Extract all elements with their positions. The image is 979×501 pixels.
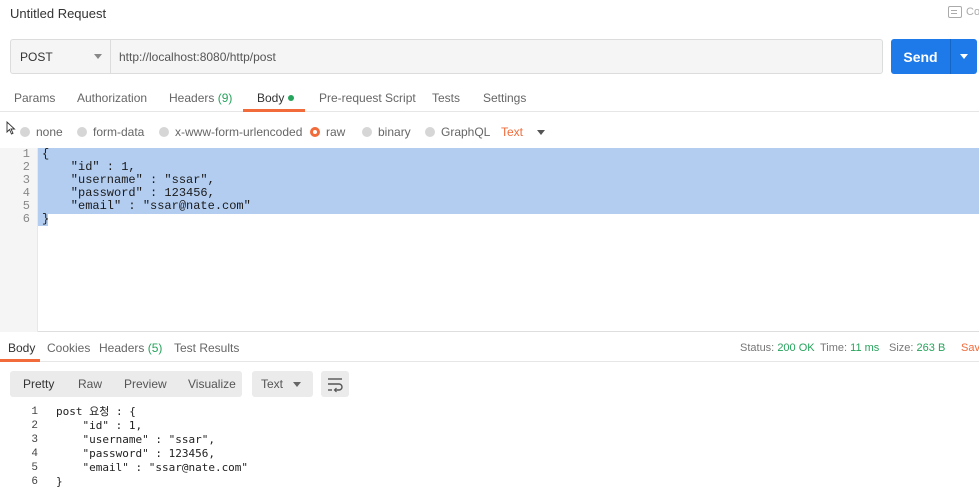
radio-binary-label: binary: [378, 125, 411, 139]
tab-params[interactable]: Params: [14, 91, 55, 105]
radio-raw-label: raw: [326, 125, 346, 139]
url-bar: POST http://localhost:8080/http/post: [10, 39, 883, 74]
url-input[interactable]: http://localhost:8080/http/post: [111, 40, 882, 73]
active-response-tab-underline: [0, 359, 40, 362]
time-readout: Time: 11 ms: [820, 342, 879, 354]
request-tabs: Params Authorization Headers (9) Body Pr…: [0, 84, 979, 112]
body-type-selector: none form-data x-www-form-urlencoded raw…: [0, 120, 979, 142]
radio-icon: [362, 127, 372, 137]
headers-count: (9): [217, 91, 233, 105]
comment-icon: [948, 6, 962, 18]
response-line-numbers: 1 2 3 4 5 6: [31, 406, 38, 488]
radio-form-data-label: form-data: [93, 125, 145, 139]
method-select[interactable]: POST: [11, 40, 111, 73]
status-label: Status:: [740, 342, 775, 354]
radio-none[interactable]: none: [20, 125, 63, 139]
status-value: 200 OK: [777, 342, 815, 354]
radio-raw[interactable]: raw: [310, 125, 345, 139]
body-format-value: Text: [501, 125, 524, 139]
tab-pre-request-script[interactable]: Pre-request Script: [319, 91, 416, 105]
response-view-toggle: Pretty Raw Preview Visualize: [10, 371, 242, 397]
wrap-lines-icon: [328, 378, 343, 393]
view-preview[interactable]: Preview: [124, 377, 167, 391]
response-tab-cookies[interactable]: Cookies: [47, 341, 90, 355]
tab-headers-label: Headers: [169, 91, 215, 105]
radio-graphql-label: GraphQL: [441, 125, 491, 139]
send-options-button[interactable]: [951, 54, 977, 59]
chevron-down-icon: [960, 54, 968, 59]
time-value: 11 ms: [850, 342, 880, 354]
tab-body-label: Body: [257, 91, 285, 105]
chevron-down-icon: [293, 381, 301, 387]
radio-form-data[interactable]: form-data: [77, 125, 144, 139]
response-format-value: Text: [261, 377, 284, 391]
view-raw[interactable]: Raw: [78, 377, 102, 391]
response-tabs: Body Cookies Headers (5) Test Results St…: [0, 334, 979, 362]
radio-urlencoded-label: x-www-form-urlencoded: [175, 125, 303, 139]
send-button[interactable]: Send: [891, 39, 977, 74]
save-response-button[interactable]: Save Response: [961, 342, 979, 354]
view-pretty[interactable]: Pretty: [23, 377, 54, 391]
response-tab-test-results[interactable]: Test Results: [174, 341, 239, 355]
radio-icon: [425, 127, 435, 137]
size-readout: Size: 263 B: [889, 342, 945, 354]
title-bar: Untitled Request Comments: [0, 0, 979, 27]
size-label: Size:: [889, 342, 914, 354]
chevron-down-icon: [537, 129, 546, 135]
method-value: POST: [20, 49, 53, 64]
radio-graphql[interactable]: GraphQL: [425, 125, 490, 139]
status-readout: Status: 200 OK: [740, 342, 815, 354]
tab-headers[interactable]: Headers (9): [169, 91, 232, 105]
response-format-select[interactable]: Text: [252, 371, 313, 397]
response-body[interactable]: post 요청 : { "id" : 1, "username" : "ssar…: [56, 405, 248, 489]
editor-content[interactable]: { "id" : 1, "username" : "ssar", "passwo…: [42, 148, 251, 226]
radio-binary[interactable]: binary: [362, 125, 411, 139]
body-format-select[interactable]: Text: [501, 125, 546, 139]
view-visualize[interactable]: Visualize: [188, 377, 236, 391]
request-title[interactable]: Untitled Request: [10, 6, 106, 21]
comments-label: Comments: [966, 6, 979, 18]
radio-none-label: none: [36, 125, 63, 139]
editor-line-numbers: 1 2 3 4 5 6: [22, 147, 30, 226]
radio-icon: [77, 127, 87, 137]
tab-tests[interactable]: Tests: [432, 91, 460, 105]
response-headers-count: (5): [147, 341, 163, 355]
tab-body[interactable]: Body: [257, 91, 295, 105]
chevron-down-icon: [94, 54, 102, 59]
size-value: 263 B: [916, 342, 946, 354]
active-tab-underline: [243, 109, 305, 112]
body-indicator-dot: [288, 95, 295, 101]
radio-icon: [20, 127, 30, 137]
comments-button[interactable]: Comments: [948, 6, 979, 18]
send-label: Send: [903, 48, 938, 65]
wrap-lines-button[interactable]: [321, 371, 349, 397]
response-tab-body[interactable]: Body: [8, 341, 35, 355]
response-tab-headers-label: Headers: [99, 341, 145, 355]
radio-selected-icon: [310, 127, 320, 137]
tab-authorization[interactable]: Authorization: [77, 91, 147, 105]
time-label: Time:: [820, 342, 848, 354]
radio-icon: [159, 127, 169, 137]
request-body-editor[interactable]: 1 2 3 4 5 6 { "id" : 1, "username" : "ss…: [0, 148, 979, 332]
radio-urlencoded[interactable]: x-www-form-urlencoded: [159, 125, 302, 139]
response-tab-headers[interactable]: Headers (5): [99, 341, 162, 355]
tab-settings[interactable]: Settings: [483, 91, 526, 105]
